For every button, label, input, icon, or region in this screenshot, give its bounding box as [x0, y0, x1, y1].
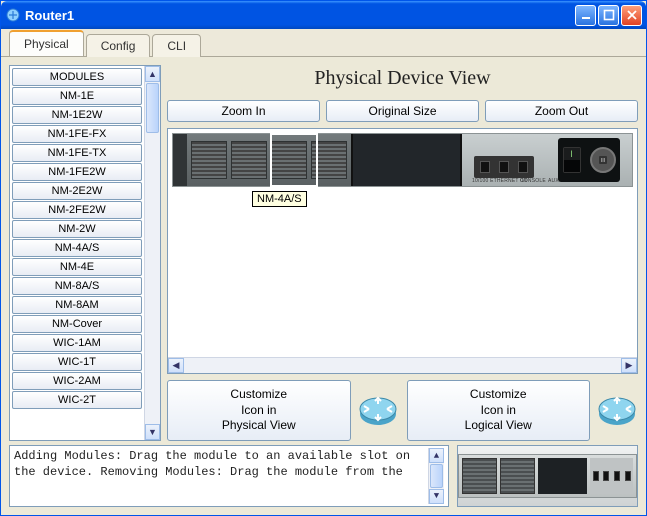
router-icon — [596, 390, 638, 432]
preview-chassis — [458, 454, 637, 498]
nm-slot[interactable] — [351, 134, 462, 186]
preview-slot — [500, 458, 535, 494]
module-item[interactable]: NM-2E2W — [12, 182, 142, 200]
wic-slot[interactable] — [191, 141, 227, 179]
module-item[interactable]: WIC-1AM — [12, 334, 142, 352]
module-item[interactable]: NM-1FE-TX — [12, 144, 142, 162]
wic-slot[interactable] — [231, 141, 267, 179]
module-item[interactable]: NM-8A/S — [12, 277, 142, 295]
scroll-thumb[interactable] — [146, 83, 159, 133]
customize-logical-button[interactable]: Customize Icon in Logical View — [407, 380, 591, 441]
scroll-thumb[interactable] — [430, 464, 443, 487]
preview-port — [614, 471, 620, 481]
module-item[interactable]: NM-1E — [12, 87, 142, 105]
port-cluster[interactable] — [474, 156, 534, 178]
console-port[interactable] — [499, 161, 509, 173]
port-label-console: CONSOLE — [520, 178, 546, 184]
device-view[interactable]: 10/100 ETHERNET 0/0 CONSOLE AUX I — [167, 128, 638, 374]
instructions-box: Adding Modules: Drag the module to an av… — [9, 445, 449, 507]
customize-physical-button[interactable]: Customize Icon in Physical View — [167, 380, 351, 441]
page-title: Physical Device View — [167, 67, 638, 90]
scroll-right-icon[interactable]: ▶ — [621, 358, 637, 373]
window-title: Router1 — [25, 8, 74, 23]
device-h-scrollbar[interactable]: ◀ ▶ — [168, 357, 637, 373]
modules-list: MODULES NM-1E NM-1E2W NM-1FE-FX NM-1FE-T… — [10, 66, 144, 440]
module-item[interactable]: NM-8AM — [12, 296, 142, 314]
module-item[interactable]: WIC-2AM — [12, 372, 142, 390]
original-size-button[interactable]: Original Size — [326, 100, 479, 122]
modules-scrollbar[interactable]: ▲ ▼ — [144, 66, 160, 440]
tab-cli[interactable]: CLI — [152, 34, 201, 57]
scroll-down-icon[interactable]: ▼ — [429, 489, 444, 504]
minimize-button[interactable] — [575, 5, 596, 26]
scroll-down-icon[interactable]: ▼ — [145, 424, 160, 440]
module-item[interactable]: NM-Cover — [12, 315, 142, 333]
module-item[interactable]: NM-1FE-FX — [12, 125, 142, 143]
tab-config[interactable]: Config — [86, 34, 151, 57]
preview-port — [593, 471, 599, 481]
zoom-controls: Zoom In Original Size Zoom Out — [167, 100, 638, 122]
tooltip: NM-4A/S — [252, 191, 307, 207]
router-icon — [357, 390, 399, 432]
module-item[interactable]: NM-4A/S — [12, 239, 142, 257]
preview-port — [603, 471, 609, 481]
module-item[interactable]: WIC-2T — [12, 391, 142, 409]
window: Router1 Physical Config CLI MODULES NM-1… — [0, 0, 647, 516]
wic-slot[interactable] — [311, 141, 347, 179]
preview-port — [625, 471, 631, 481]
ethernet-port[interactable] — [480, 161, 490, 173]
modules-column: MODULES NM-1E NM-1E2W NM-1FE-FX NM-1FE-T… — [9, 65, 161, 441]
power-switch[interactable]: I — [563, 147, 581, 173]
aux-port[interactable] — [518, 161, 528, 173]
instructions-text: Adding Modules: Drag the module to an av… — [14, 448, 428, 504]
module-item[interactable]: NM-2W — [12, 220, 142, 238]
bottom-row: Adding Modules: Drag the module to an av… — [1, 445, 646, 515]
preview-io — [590, 458, 633, 494]
module-item[interactable]: NM-1E2W — [12, 106, 142, 124]
power-on-icon: I — [564, 148, 580, 160]
module-item[interactable]: NM-4E — [12, 258, 142, 276]
zoom-out-button[interactable]: Zoom Out — [485, 100, 638, 122]
titlebar: Router1 — [1, 1, 646, 29]
app-icon — [5, 7, 21, 23]
module-item[interactable]: NM-2FE2W — [12, 201, 142, 219]
maximize-button[interactable] — [598, 5, 619, 26]
instructions-scrollbar[interactable]: ▲ ▼ — [428, 448, 444, 504]
scroll-up-icon[interactable]: ▲ — [429, 448, 444, 463]
wic-slot[interactable] — [271, 141, 307, 179]
device-column: Physical Device View Zoom In Original Si… — [167, 65, 638, 441]
module-preview[interactable] — [457, 445, 638, 507]
tabstrip: Physical Config CLI — [1, 29, 646, 57]
wic-slot-bay[interactable] — [187, 134, 351, 186]
device-chassis[interactable]: 10/100 ETHERNET 0/0 CONSOLE AUX I — [172, 133, 633, 187]
tab-content: MODULES NM-1E NM-1E2W NM-1FE-FX NM-1FE-T… — [1, 57, 646, 445]
port-label-aux: AUX — [548, 178, 559, 184]
chassis-ear — [173, 134, 187, 186]
modules-list-wrap: MODULES NM-1E NM-1E2W NM-1FE-FX NM-1FE-T… — [9, 65, 161, 441]
chassis-io: 10/100 ETHERNET 0/0 CONSOLE AUX I — [462, 134, 632, 186]
scroll-left-icon[interactable]: ◀ — [168, 358, 184, 373]
zoom-in-button[interactable]: Zoom In — [167, 100, 320, 122]
power-off-icon — [564, 160, 580, 172]
module-item[interactable]: NM-1FE2W — [12, 163, 142, 181]
tab-physical[interactable]: Physical — [9, 30, 84, 56]
power-area: I — [558, 138, 620, 182]
module-item[interactable]: WIC-1T — [12, 353, 142, 371]
close-button[interactable] — [621, 5, 642, 26]
preview-slot — [462, 458, 497, 494]
customize-row: Customize Icon in Physical View Customiz… — [167, 380, 638, 441]
preview-slot — [538, 458, 587, 494]
modules-header: MODULES — [12, 68, 142, 86]
power-socket-icon — [590, 147, 616, 173]
scroll-up-icon[interactable]: ▲ — [145, 66, 160, 82]
